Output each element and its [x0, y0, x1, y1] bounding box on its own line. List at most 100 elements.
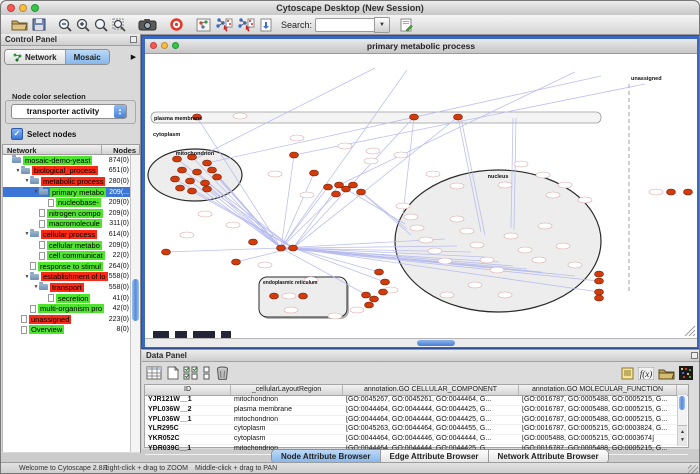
canvas-resize-grip[interactable]	[693, 334, 695, 336]
tree-row[interactable]: ▼transport558(0)	[3, 282, 131, 293]
select-nodes-checkbox[interactable]: ✓	[11, 128, 23, 140]
table-scrollbar[interactable]: ▲▼	[677, 395, 687, 446]
network-node[interactable]	[684, 189, 693, 195]
save-session-icon[interactable]	[32, 17, 46, 33]
attribute-notes-icon[interactable]	[621, 366, 634, 380]
tree-scrollbar[interactable]	[130, 155, 140, 452]
zoom-fit-icon[interactable]	[94, 17, 108, 33]
network-node[interactable]	[375, 269, 384, 275]
network-canvas[interactable]: plasma membranecytoplasmmitochondrionnuc…	[145, 54, 697, 338]
network-node[interactable]	[667, 189, 676, 195]
help-icon[interactable]	[169, 17, 184, 33]
network-node[interactable]	[410, 114, 419, 120]
table-row[interactable]: YPL036W__2plasma membrane[GO:0044464, GO…	[145, 406, 688, 416]
attribute-matrix-icon[interactable]	[679, 366, 693, 380]
network-node[interactable]	[357, 189, 366, 195]
tree-row[interactable]: ▼metabolic process280(0)	[3, 176, 131, 187]
column-header[interactable]: _cellularLayoutRegion	[231, 385, 343, 395]
network-node[interactable]	[249, 239, 258, 245]
import-network-icon[interactable]	[259, 17, 273, 33]
network-node[interactable]	[270, 293, 279, 299]
annotation-icon[interactable]	[400, 17, 413, 33]
network-view-titlebar[interactable]: primary metabolic process	[145, 39, 697, 54]
network-node[interactable]	[290, 152, 299, 158]
snapshot-icon[interactable]	[138, 17, 157, 33]
table-row[interactable]: YLR295Ccytoplasm[GO:0045263, GO:0044464,…	[145, 425, 688, 435]
tree-row[interactable]: multi-organism pro42(0)	[3, 303, 131, 314]
column-header[interactable]: annotation.GO MOLECULAR_FUNCTION	[519, 385, 677, 395]
tree-row[interactable]: ▼biological_process651(0)	[3, 166, 131, 177]
network-node[interactable]	[595, 289, 604, 295]
network-node[interactable]	[171, 176, 180, 182]
canvas-hscrollbar-thumb[interactable]	[417, 340, 455, 346]
network-node[interactable]	[332, 191, 341, 197]
search-input[interactable]	[315, 18, 374, 32]
network-node[interactable]	[201, 180, 210, 186]
network-node[interactable]	[208, 167, 217, 173]
table-row[interactable]: YPL036W__1mitochondrion[GO:0044464, GO:0…	[145, 416, 688, 426]
network-node[interactable]	[277, 245, 286, 251]
zoom-out-icon[interactable]	[58, 17, 72, 33]
network-node[interactable]	[176, 185, 185, 191]
network-node[interactable]	[324, 184, 333, 190]
network-node[interactable]	[188, 188, 197, 194]
select-attributes-icon[interactable]	[183, 366, 198, 380]
tree-row[interactable]: response to stimul264(0)	[3, 261, 131, 272]
float-data-panel-icon[interactable]	[691, 352, 698, 359]
open-session-icon[interactable]	[11, 17, 28, 33]
network-node[interactable]	[289, 245, 298, 251]
network-node[interactable]	[193, 169, 202, 175]
network-node[interactable]	[595, 271, 604, 277]
node-color-dropdown[interactable]: transporter activity ▲▼	[11, 104, 127, 119]
tree-row[interactable]: mosaic-demo-yeast874(0)	[3, 155, 131, 166]
zoom-in-icon[interactable]	[76, 17, 90, 33]
tree-row[interactable]: nucleobase-209(0)	[3, 197, 131, 208]
tree-scrollbar-thumb[interactable]	[132, 279, 139, 321]
new-attribute-icon[interactable]	[166, 366, 179, 380]
table-scrollbar-arrows[interactable]: ▲▼	[678, 425, 687, 446]
tab-overflow-button[interactable]: ▶	[129, 51, 138, 62]
tree-row[interactable]: nitrogen compo209(0)	[3, 208, 131, 219]
network-node[interactable]	[454, 114, 463, 120]
network-node[interactable]	[178, 167, 187, 173]
network-node[interactable]	[595, 278, 604, 284]
tree-row[interactable]: Overview8(0)	[3, 325, 131, 336]
window-resize-grip[interactable]	[688, 465, 698, 474]
tree-row[interactable]: secretion41(0)	[3, 293, 131, 304]
tree-row[interactable]: cellular metabo209(0)	[3, 240, 131, 251]
float-panel-icon[interactable]	[130, 36, 137, 43]
network-node[interactable]	[186, 178, 195, 184]
network-node[interactable]	[310, 170, 319, 176]
destroy-view-icon[interactable]	[237, 17, 255, 33]
network-node[interactable]	[595, 295, 604, 301]
tree-row[interactable]: ▼primary metabo209(...	[3, 187, 131, 198]
network-node[interactable]	[362, 292, 371, 298]
network-overview-icon[interactable]	[196, 17, 211, 33]
table-row[interactable]: YKR052Ccytoplasm[GO:0044464, GO:0044446,…	[145, 435, 688, 445]
canvas-horizontal-scrollbar[interactable]	[145, 338, 697, 347]
create-view-icon[interactable]	[215, 17, 233, 33]
network-node[interactable]	[381, 279, 390, 285]
column-header[interactable]: annotation.GO CELLULAR_COMPONENT	[343, 385, 519, 395]
control-panel-titlebar[interactable]: Control Panel	[1, 34, 140, 46]
column-header[interactable]: ID	[145, 385, 231, 395]
network-node[interactable]	[203, 186, 212, 192]
network-node[interactable]	[370, 296, 379, 302]
tab-network[interactable]: Network	[5, 50, 66, 64]
tree-header-nodes[interactable]: Nodes	[102, 145, 139, 154]
data-panel-titlebar[interactable]: Data Panel	[142, 350, 700, 362]
network-node[interactable]	[203, 160, 212, 166]
window-titlebar[interactable]: Cytoscape Desktop (New Session)	[1, 1, 699, 16]
select-all-attributes-icon[interactable]	[146, 366, 162, 380]
network-node[interactable]	[379, 289, 388, 295]
delete-attribute-icon[interactable]	[216, 366, 229, 380]
network-node[interactable]	[232, 259, 241, 265]
unselect-attributes-icon[interactable]	[202, 366, 212, 380]
table-scrollbar-thumb[interactable]	[679, 396, 685, 410]
import-attributes-icon[interactable]	[658, 367, 675, 380]
tree-row[interactable]: ▼establishment of lo558(0)	[3, 272, 131, 283]
network-node[interactable]	[365, 302, 374, 308]
scroll-up-icon[interactable]: ▲	[680, 428, 685, 436]
network-node[interactable]	[213, 174, 222, 180]
zoom-selected-icon[interactable]	[112, 17, 126, 33]
